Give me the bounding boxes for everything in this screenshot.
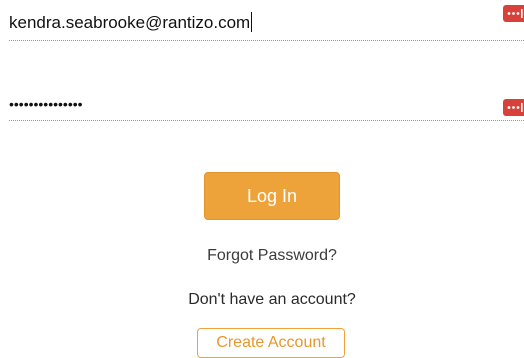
no-account-text: Don't have an account? — [188, 291, 356, 308]
password-manager-icon[interactable] — [503, 99, 524, 116]
email-input[interactable]: kendra.seabrooke@rantizo.com — [9, 12, 253, 33]
text-caret — [251, 12, 253, 32]
forgot-password-link[interactable]: Forgot Password? — [0, 246, 524, 266]
email-field[interactable]: kendra.seabrooke@rantizo.com — [9, 0, 524, 41]
password-manager-icon[interactable] — [503, 5, 524, 22]
password-field[interactable]: ••••••••••••••• — [9, 80, 524, 121]
login-button[interactable]: Log In — [204, 172, 340, 220]
create-account-button[interactable]: Create Account — [197, 328, 345, 358]
password-input[interactable]: ••••••••••••••• — [9, 94, 83, 114]
email-value: kendra.seabrooke@rantizo.com — [9, 13, 251, 32]
